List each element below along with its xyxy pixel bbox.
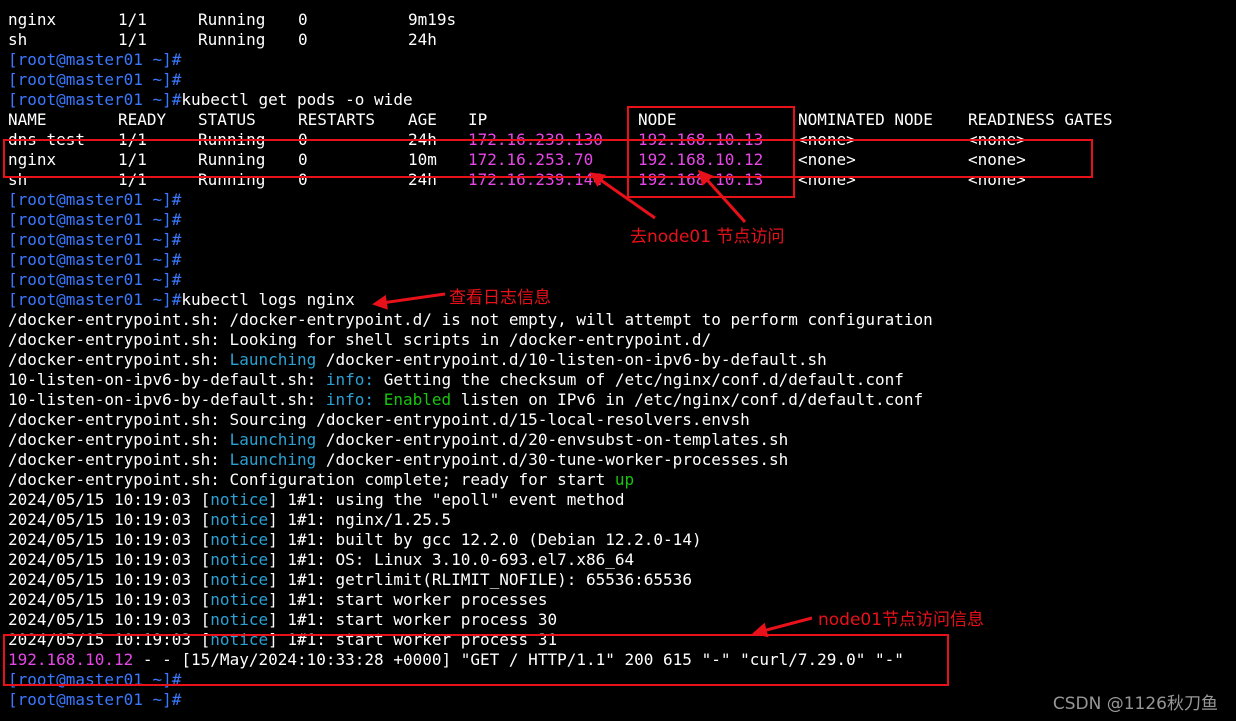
arrow-to-logs-command	[372, 292, 446, 310]
arrow-to-access-log	[752, 616, 813, 638]
annotation-node-access: 去node01 节点访问	[630, 227, 785, 247]
annotation-view-logs: 查看日志信息	[449, 288, 551, 308]
arrow-to-pod-ip	[589, 172, 656, 220]
annotation-arrows	[372, 169, 813, 638]
arrow-to-node	[697, 169, 747, 224]
watermark: CSDN @1126秋刀鱼	[1052, 694, 1218, 714]
annotation-access-info: node01节点访问信息	[818, 610, 985, 630]
